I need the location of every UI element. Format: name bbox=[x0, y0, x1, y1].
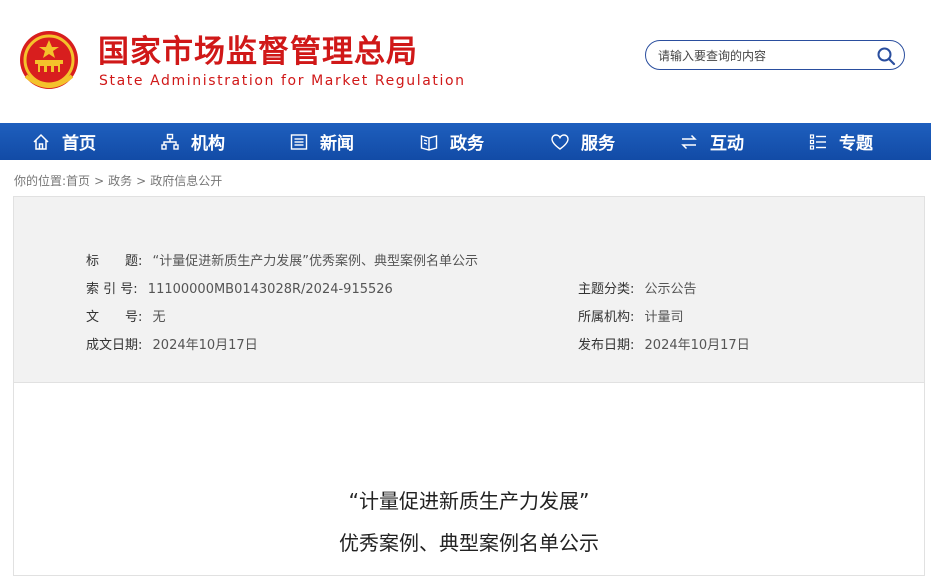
meta-title-row: 标 题: “计量促进新质生产力发展”优秀案例、典型案例名单公示 bbox=[86, 253, 478, 271]
meta-index-value: 11100000MB0143028R/2024-915526 bbox=[147, 282, 393, 297]
national-emblem-icon[interactable] bbox=[18, 26, 80, 94]
meta-label: 所属机构: bbox=[578, 310, 635, 325]
site-header: 国家市场监督管理总局 State Administration for Mark… bbox=[0, 0, 931, 123]
book-icon bbox=[420, 134, 438, 151]
meta-label: 主题分类: bbox=[578, 282, 635, 297]
breadcrumb-separator: > bbox=[94, 174, 105, 188]
meta-org-value: 计量司 bbox=[644, 310, 684, 325]
breadcrumb-prefix: 你的位置: bbox=[14, 174, 67, 188]
nav-item-service[interactable]: 服务 bbox=[551, 123, 615, 160]
main-nav: 首页 机构 新闻 政务 服务 互动 专题 bbox=[0, 123, 931, 160]
meta-title-value: “计量促进新质生产力发展”优秀案例、典型案例名单公示 bbox=[152, 254, 479, 269]
article-container: 标 题: “计量促进新质生产力发展”优秀案例、典型案例名单公示 索 引 号: 1… bbox=[13, 196, 925, 576]
search-box bbox=[645, 40, 905, 70]
heart-icon bbox=[551, 133, 569, 150]
nav-label: 服务 bbox=[581, 134, 615, 154]
nav-item-interaction[interactable]: 互动 bbox=[680, 123, 744, 160]
meta-topic-value: 公示公告 bbox=[644, 282, 697, 297]
site-subtitle: State Administration for Market Regulati… bbox=[99, 73, 466, 89]
meta-published-value: 2024年10月17日 bbox=[644, 338, 750, 353]
meta-docno-value: 无 bbox=[152, 310, 166, 325]
breadcrumb-separator: > bbox=[136, 174, 147, 188]
nav-label: 专题 bbox=[839, 134, 873, 154]
breadcrumb-disclosure-link[interactable]: 政府信息公开 bbox=[150, 174, 222, 188]
breadcrumb: 你的位置:首页 > 政务 > 政府信息公开 bbox=[14, 172, 222, 189]
meta-label: 文 号: bbox=[86, 310, 143, 325]
meta-topic-row: 主题分类: 公示公告 bbox=[578, 281, 697, 299]
nav-label: 政务 bbox=[450, 134, 484, 154]
list-icon bbox=[809, 133, 826, 150]
breadcrumb-home-link[interactable]: 首页 bbox=[66, 174, 90, 188]
meta-label: 标 题: bbox=[86, 254, 143, 269]
article-title-line1: “计量促进新质生产力发展” bbox=[348, 489, 590, 513]
article-title-line2: 优秀案例、典型案例名单公示 bbox=[339, 531, 599, 555]
meta-label: 发布日期: bbox=[578, 338, 635, 353]
home-icon bbox=[33, 133, 49, 150]
nav-label: 机构 bbox=[191, 134, 225, 154]
meta-created-value: 2024年10月17日 bbox=[152, 338, 258, 353]
meta-label: 成文日期: bbox=[86, 338, 143, 353]
nav-label: 新闻 bbox=[320, 134, 354, 154]
meta-label: 索 引 号: bbox=[86, 282, 138, 297]
search-input[interactable] bbox=[656, 46, 870, 66]
meta-docno-row: 文 号: 无 bbox=[86, 309, 166, 327]
nav-item-home[interactable]: 首页 bbox=[32, 123, 96, 160]
meta-created-row: 成文日期: 2024年10月17日 bbox=[86, 337, 258, 355]
search-icon[interactable] bbox=[876, 46, 896, 66]
exchange-icon bbox=[681, 134, 697, 149]
meta-org-row: 所属机构: 计量司 bbox=[578, 309, 684, 327]
nav-label: 首页 bbox=[62, 134, 96, 154]
nav-item-affairs[interactable]: 政务 bbox=[420, 123, 484, 160]
site-title[interactable]: 国家市场监督管理总局 bbox=[98, 32, 418, 72]
nav-item-topics[interactable]: 专题 bbox=[809, 123, 873, 160]
meta-index-row: 索 引 号: 11100000MB0143028R/2024-915526 bbox=[86, 281, 393, 299]
nav-item-org[interactable]: 机构 bbox=[161, 123, 225, 160]
news-icon bbox=[290, 133, 308, 150]
nav-label: 互动 bbox=[710, 134, 744, 154]
org-chart-icon bbox=[161, 133, 179, 150]
meta-published-row: 发布日期: 2024年10月17日 bbox=[578, 337, 750, 355]
nav-item-news[interactable]: 新闻 bbox=[290, 123, 354, 160]
document-meta-panel: 标 题: “计量促进新质生产力发展”优秀案例、典型案例名单公示 索 引 号: 1… bbox=[14, 197, 924, 383]
breadcrumb-affairs-link[interactable]: 政务 bbox=[108, 174, 132, 188]
